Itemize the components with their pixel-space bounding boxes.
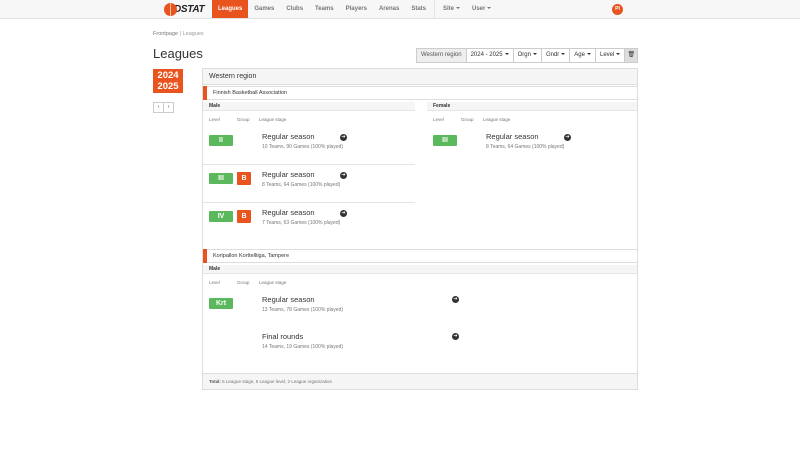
row-divider [203,164,415,165]
arrow-right-icon[interactable]: ➜ [340,134,347,141]
age-filter[interactable]: Age [569,48,596,63]
footer-label: Total: [209,379,221,384]
column-header-stage: League stage [259,280,287,285]
arrow-right-icon[interactable]: ➜ [340,172,347,179]
stage-link[interactable]: Regular season [262,295,315,304]
logo-text: DSTAT [174,4,205,15]
nav-user-label: User [472,6,486,12]
page-title: Leagues [153,46,203,61]
organization-filter[interactable]: Orgn [512,48,542,63]
nav-site-dropdown[interactable]: Site [437,0,466,18]
column-header-level: Level [209,117,220,122]
level-filter[interactable]: Level [594,48,626,63]
trash-icon[interactable]: 🗑 [624,48,639,63]
column-header-group: Group [237,117,250,122]
caret-down-icon [586,53,591,56]
level-badge[interactable]: IV [209,211,233,222]
nav-user-dropdown[interactable]: User [466,0,497,18]
column-header-stage: League stage [259,117,287,122]
stage-link[interactable]: Final rounds [262,332,303,341]
arrow-right-icon[interactable]: ➜ [452,296,459,303]
breadcrumb-home[interactable]: Frontpage [153,31,178,37]
arrow-right-icon[interactable]: ➜ [452,333,459,340]
level-badge[interactable]: Krt [209,298,233,309]
gender-header-male: Male [203,265,637,274]
breadcrumb-current: Leagues [182,31,204,37]
stage-link[interactable]: Regular season [262,132,315,141]
avatar[interactable]: PI [612,4,623,15]
filter-toolbar: Western region 2024 - 2025 Orgn Gndr Age… [416,48,639,63]
stage-link[interactable]: Regular season [262,170,315,179]
arrow-right-icon[interactable]: ➜ [564,134,571,141]
stage-summary: 8 Teams, 64 Games (100% played) [486,144,565,150]
nav-arenas[interactable]: Arenas [373,0,405,18]
main-nav: Leagues Games Clubs Teams Players Arenas… [212,0,497,18]
next-season-button[interactable]: › [163,102,174,113]
caret-down-icon [487,7,492,10]
group-badge[interactable]: B [237,172,251,185]
nav-clubs[interactable]: Clubs [280,0,309,18]
age-filter-label: Age [574,52,585,58]
logo[interactable]: DSTAT [164,2,205,17]
gender-filter-label: Gndr [545,52,560,58]
caret-down-icon [504,53,509,56]
stage-summary: 10 Teams, 90 Games (100% played) [262,144,344,150]
caret-down-icon [532,53,537,56]
column-header-group: Group [461,117,474,122]
column-header-level: Level [209,280,220,285]
association-header: Koripallon Korttelliiga, Tampere [203,249,637,263]
stage-summary: 8 Teams, 64 Games (100% played) [262,182,341,188]
stage-link[interactable]: Regular season [486,132,539,141]
region-panel: Western region Finnish Basketball Associ… [202,68,638,390]
footer-summary: 6 League stage, 5 League level, 2 League… [220,379,333,384]
panel-title: Western region [203,69,637,85]
gender-header-male: Male [203,102,415,111]
navbar: DSTAT Leagues Games Clubs Teams Players … [0,0,800,19]
caret-down-icon [561,53,566,56]
level-badge[interactable]: III [209,173,233,184]
row-divider [203,202,415,203]
season-filter-label: 2024 - 2025 [470,52,503,58]
season-badge: 2024 2025 [153,69,183,93]
column-header-group: Group [237,280,250,285]
arrow-right-icon[interactable]: ➜ [340,210,347,217]
season-start: 2024 [157,70,179,81]
nav-divider [433,0,435,18]
stage-summary: 7 Teams, 63 Games (100% played) [262,220,341,226]
season-filter[interactable]: 2024 - 2025 [465,48,514,63]
stage-summary: 14 Teams, 19 Games (100% played) [262,344,344,350]
breadcrumb: Frontpage | Leagues [153,31,204,37]
basketball-icon [164,3,177,16]
association-header: Finnish Basketball Association [203,86,637,100]
panel-footer: Total: 6 League stage, 5 League level, 2… [203,373,637,389]
group-badge[interactable]: B [237,210,251,223]
nav-leagues[interactable]: Leagues [212,0,249,18]
column-header-stage: League stage [483,117,511,122]
level-badge[interactable]: III [433,135,457,146]
level-badge[interactable]: II [209,135,233,146]
nav-stats[interactable]: Stats [405,0,432,18]
stage-summary: 13 Teams, 78 Games (100% played) [262,307,344,313]
level-filter-label: Level [599,52,615,58]
nav-teams[interactable]: Teams [309,0,340,18]
season-end: 2025 [157,81,179,92]
nav-players[interactable]: Players [340,0,373,18]
caret-down-icon [616,53,621,56]
gender-header-female: Female [427,102,637,111]
organization-filter-label: Orgn [517,52,531,58]
region-filter[interactable]: Western region [416,48,467,63]
column-header-level: Level [433,117,444,122]
gender-filter[interactable]: Gndr [540,48,571,63]
nav-site-label: Site [442,6,454,12]
caret-down-icon [456,7,460,10]
season-nav: ‹ › [153,102,174,113]
stage-link[interactable]: Regular season [262,208,315,217]
nav-games[interactable]: Games [248,0,280,18]
